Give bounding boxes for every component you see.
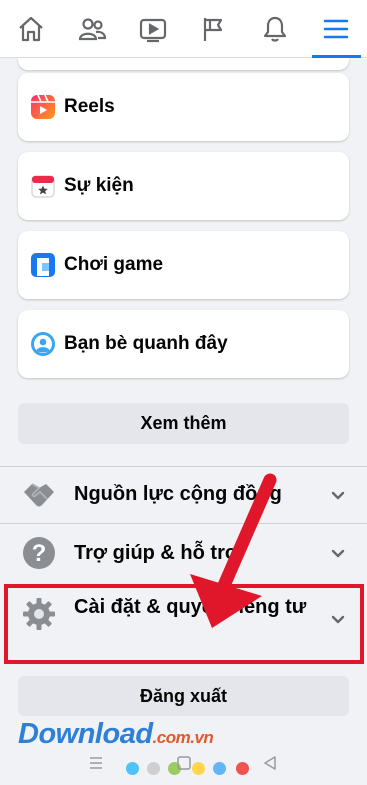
handshake-icon — [20, 476, 58, 514]
dot-decoration — [192, 762, 205, 775]
top-nav-bar — [0, 0, 367, 58]
tab-friends[interactable] — [61, 0, 122, 57]
shortcut-label: Chơi game — [64, 254, 164, 275]
help-icon: ? — [20, 534, 58, 572]
recent-apps-icon[interactable] — [88, 755, 104, 771]
back-icon[interactable] — [262, 755, 278, 771]
flag-icon — [203, 17, 223, 41]
svg-text:?: ? — [32, 540, 47, 567]
dot-decoration — [147, 762, 160, 775]
home-button-icon[interactable] — [176, 755, 192, 771]
shortcut-label: Sự kiện — [64, 175, 134, 196]
home-icon — [18, 16, 43, 41]
tab-menu[interactable] — [306, 0, 367, 58]
events-icon — [30, 173, 56, 199]
tab-pages[interactable] — [184, 0, 245, 57]
chevron-down-icon — [331, 549, 345, 558]
nearby-friends-icon — [30, 331, 56, 357]
section-label: Trợ giúp & hỗ trợ — [74, 542, 240, 564]
tab-home[interactable] — [0, 0, 61, 57]
shortcut-nearby-friends[interactable]: Bạn bè quanh đây — [18, 310, 349, 378]
section-help-support[interactable]: ? Trợ giúp & hỗ trợ — [0, 524, 367, 582]
tab-watch[interactable] — [122, 0, 183, 57]
system-nav-bar — [0, 745, 367, 785]
dot-decoration — [126, 762, 139, 775]
section-community-resources[interactable]: Nguồn lực cộng đồng — [0, 467, 367, 523]
tab-notifications[interactable] — [245, 0, 306, 57]
friends-icon — [78, 17, 106, 40]
gaming-icon — [30, 252, 56, 278]
shortcut-label: Reels — [64, 96, 115, 117]
watch-icon — [139, 18, 167, 42]
shortcut-gaming[interactable]: Chơi game — [18, 231, 349, 299]
previous-card-edge — [18, 58, 349, 70]
logout-button[interactable]: Đăng xuất — [18, 676, 349, 716]
shortcut-reels[interactable]: Reels — [18, 73, 349, 141]
chevron-down-icon — [331, 491, 345, 500]
annotation-highlight-box — [4, 584, 364, 664]
reels-icon — [30, 94, 56, 120]
see-more-button[interactable]: Xem thêm — [18, 403, 349, 444]
section-label: Nguồn lực cộng đồng — [74, 483, 282, 505]
bell-icon — [264, 16, 287, 42]
shortcut-events[interactable]: Sự kiện — [18, 152, 349, 220]
menu-icon — [324, 19, 349, 38]
dot-decoration — [236, 762, 249, 775]
dot-decoration — [213, 762, 226, 775]
shortcut-label: Bạn bè quanh đây — [64, 333, 228, 354]
